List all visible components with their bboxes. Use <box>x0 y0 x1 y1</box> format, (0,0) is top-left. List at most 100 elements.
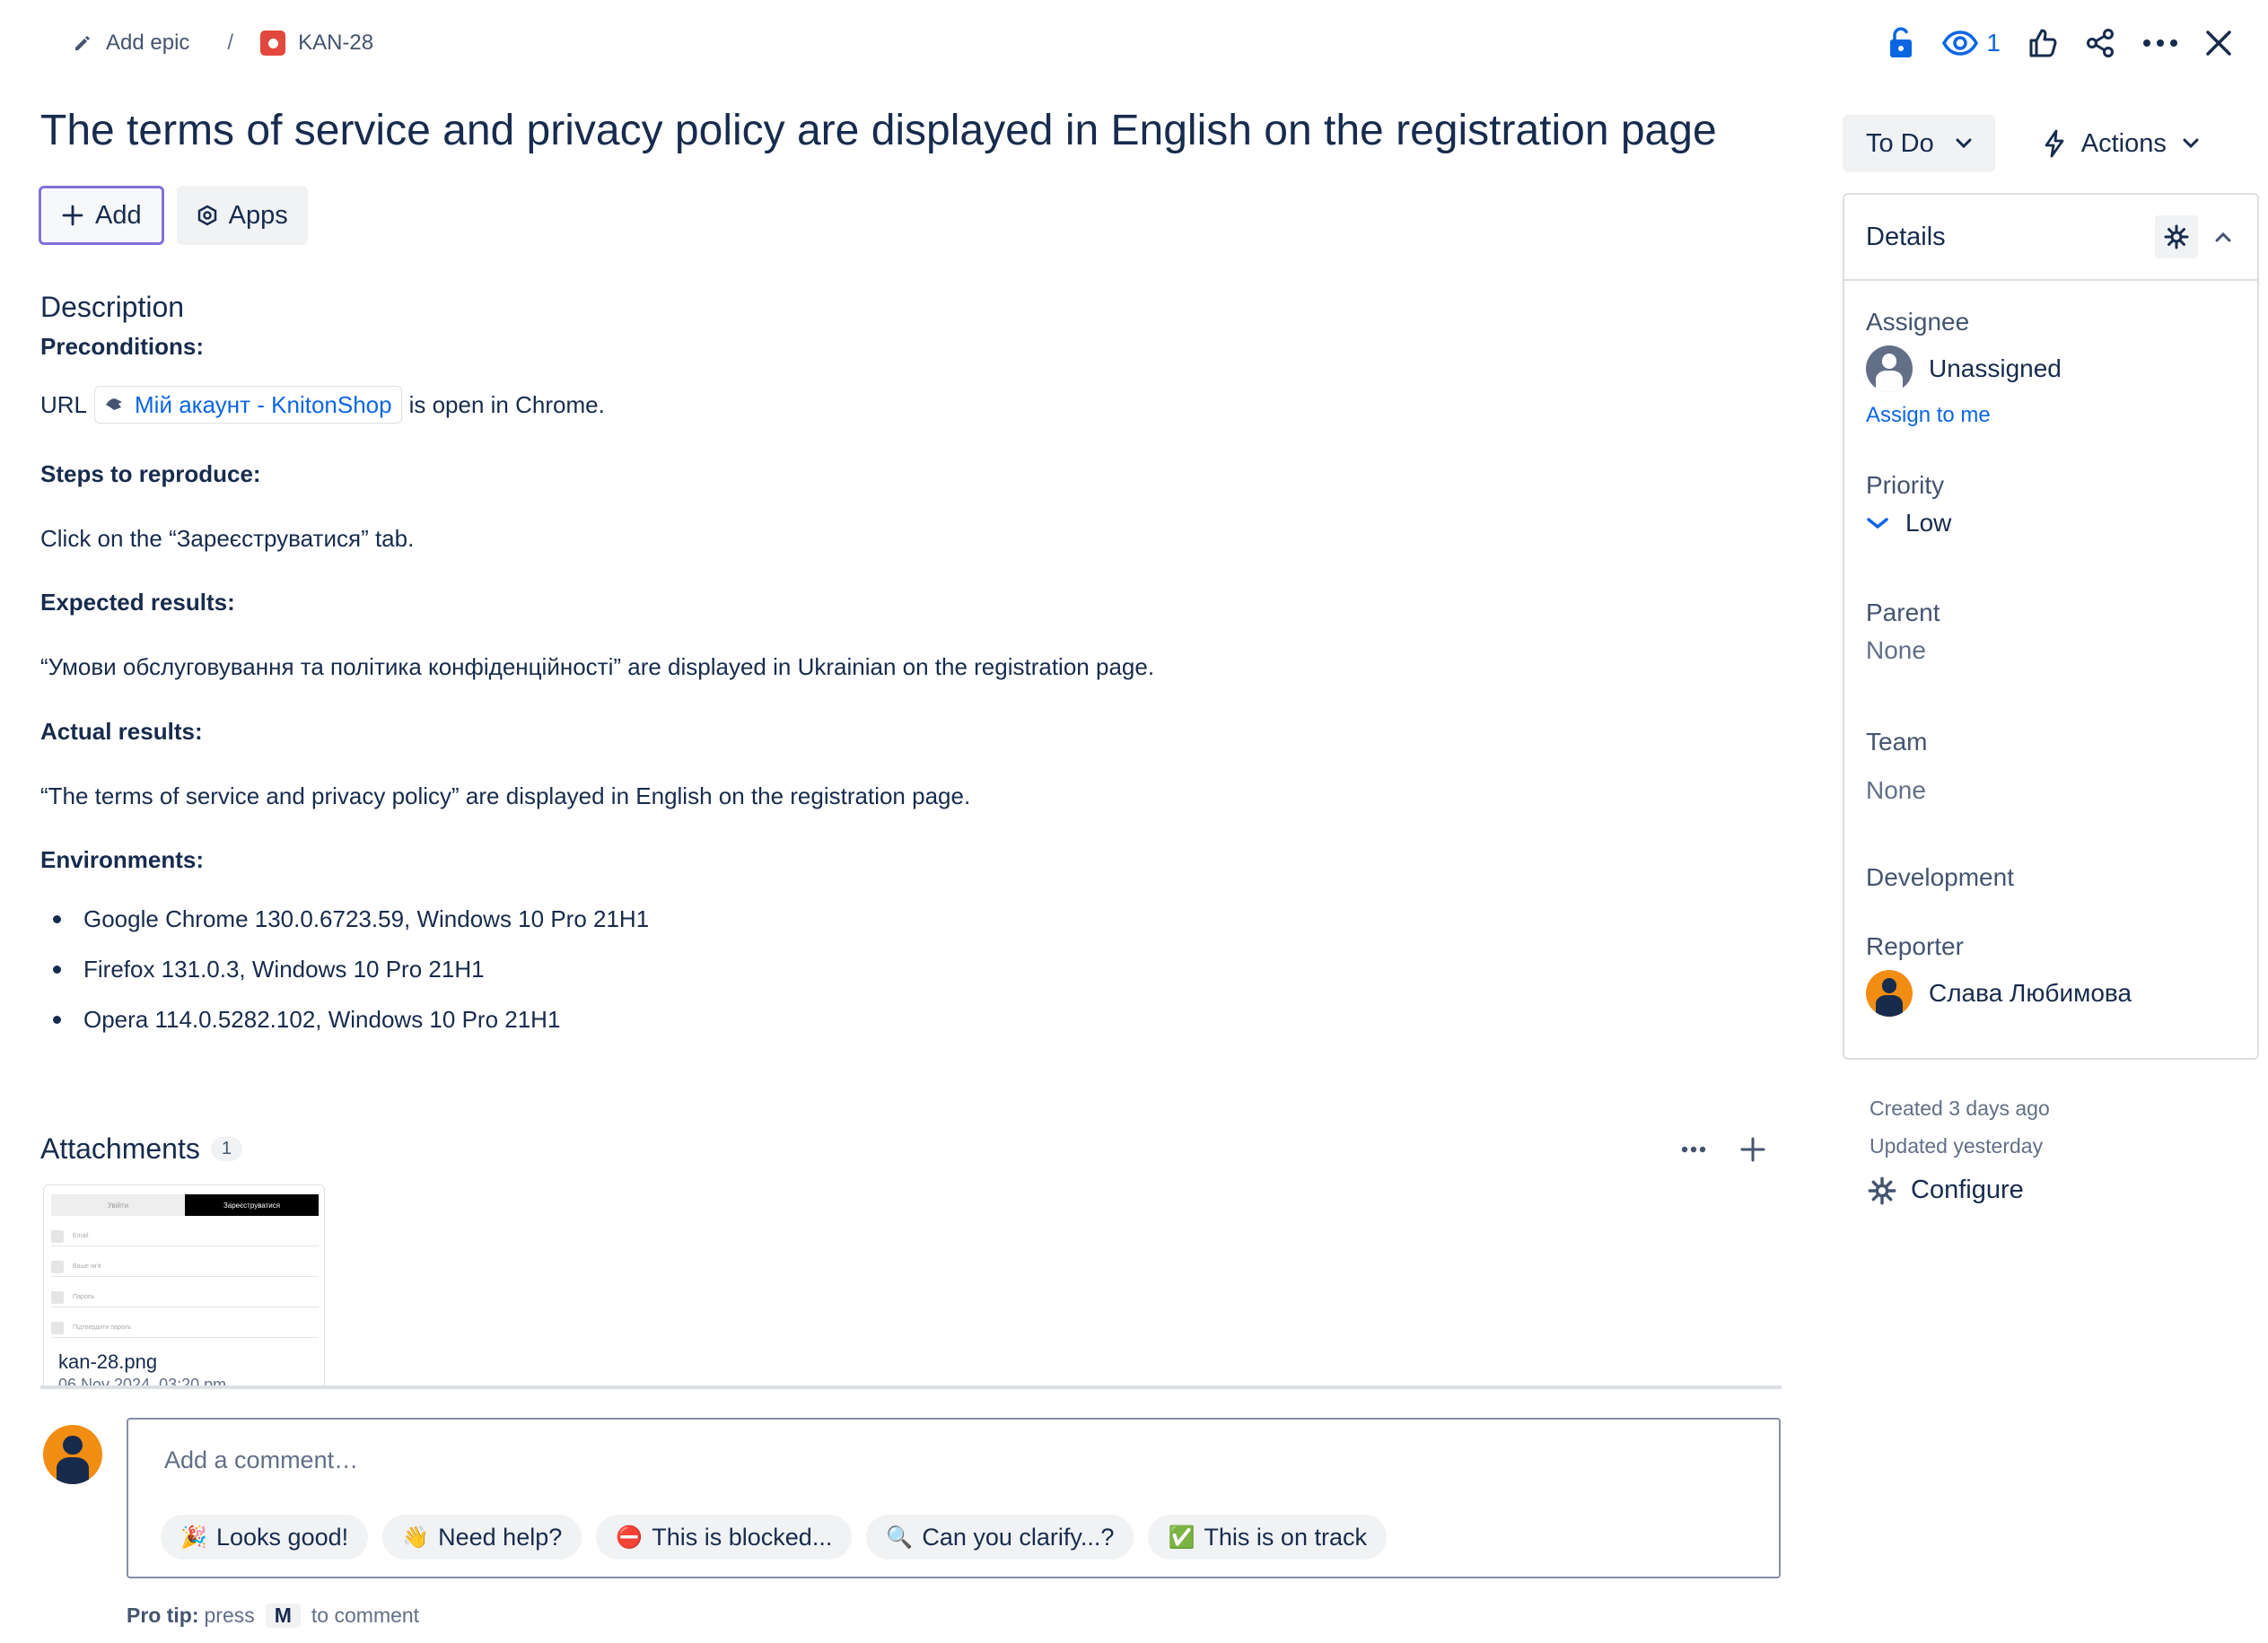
details-settings-button[interactable] <box>2155 215 2198 258</box>
description-section[interactable]: Description Preconditions: URL Мій акаун… <box>40 287 1782 1033</box>
configure-button[interactable]: Configure <box>1868 1175 2024 1205</box>
status-label: To Do <box>1866 128 1934 158</box>
url-prefix: URL <box>40 391 88 418</box>
quick-reply-clarify[interactable]: 🔍 Can you clarify...? <box>866 1515 1134 1560</box>
comment-editor[interactable]: Add a comment… 🎉 Looks good! 👋 Need help? … <box>127 1418 1781 1578</box>
no-entry-icon: ⛔ <box>616 1525 644 1550</box>
preconditions-label: Preconditions: <box>40 333 205 360</box>
actual-text: “The terms of service and privacy policy… <box>40 782 971 809</box>
comment-input[interactable]: Add a comment… <box>164 1446 358 1474</box>
list-item: Opera 114.0.5282.102, Windows 10 Pro 21H… <box>40 994 1117 1044</box>
development-label: Development <box>1866 863 2014 891</box>
details-header[interactable]: Details <box>1844 195 2257 281</box>
attachment-thumbnail: Увійти Зареєструватися Email Ваше ім'я П… <box>44 1185 324 1347</box>
watch-count: 1 <box>1986 29 2001 57</box>
quick-reply-looks-good[interactable]: 🎉 Looks good! <box>161 1515 369 1560</box>
chip-label: Looks good! <box>216 1523 349 1551</box>
issue-add-row: Add Apps <box>39 186 308 245</box>
share-icon <box>2087 29 2114 57</box>
quick-replies: 🎉 Looks good! 👋 Need help? ⛔ This is blocke… <box>161 1515 1387 1560</box>
site-favicon-icon <box>106 398 123 411</box>
attachments-header: Attachments 1 <box>40 1132 1782 1166</box>
plus-icon[interactable] <box>1740 1137 1765 1162</box>
issue-toolbar: 1 <box>1887 22 2232 65</box>
parent-field: Parent None <box>1866 599 1940 665</box>
chevron-up-icon <box>2215 232 2231 242</box>
assignee-value[interactable]: Unassigned <box>1866 345 2062 392</box>
pencil-icon <box>75 36 90 50</box>
chevron-down-icon <box>1956 138 1972 149</box>
attachments-tools <box>1681 1137 1782 1162</box>
magnifier-icon: 🔍 <box>886 1525 914 1550</box>
steps-text: Click on the “Зареєструватися” tab. <box>40 525 415 552</box>
issue-key-link[interactable]: KAN-28 <box>260 31 373 56</box>
attachment-card[interactable]: Увійти Зареєструватися Email Ваше ім'я П… <box>43 1184 325 1387</box>
chip-label: Need help? <box>438 1523 563 1551</box>
status-dropdown[interactable]: To Do <box>1843 115 1995 172</box>
team-label: Team <box>1866 728 1928 756</box>
reporter-name: Слава Любимова <box>1929 979 2132 1007</box>
apps-button-label: Apps <box>228 200 288 230</box>
pro-tip-label: Pro tip: <box>127 1604 199 1627</box>
plus-icon <box>62 205 83 226</box>
close-button[interactable] <box>2205 30 2232 57</box>
add-button[interactable]: Add <box>39 186 164 245</box>
assign-to-me-link[interactable]: Assign to me <box>1866 403 2062 428</box>
chip-label: This is on track <box>1204 1523 1367 1551</box>
smart-link[interactable]: Мій акаунт - KnitonShop <box>94 386 402 424</box>
team-value[interactable]: None <box>1866 776 1927 805</box>
environments-list: Google Chrome 130.0.6723.59, Windows 10 … <box>40 894 1117 1044</box>
expected-text: “Умови обслуговування та політика конфід… <box>40 653 1155 680</box>
collapse-button[interactable] <box>2211 232 2236 242</box>
close-icon <box>2206 31 2231 56</box>
pro-tip-press: press <box>204 1604 255 1627</box>
lightning-icon <box>2045 129 2064 158</box>
thumb-row: Email <box>73 1233 89 1239</box>
issue-key: KAN-28 <box>298 31 374 55</box>
priority-label: Priority <box>1866 471 1945 499</box>
quick-reply-need-help[interactable]: 👋 Need help? <box>382 1515 582 1560</box>
priority-text: Low <box>1905 509 1952 537</box>
parent-value[interactable]: None <box>1866 636 1940 665</box>
like-button[interactable] <box>2027 28 2058 58</box>
reporter-value[interactable]: Слава Любимова <box>1866 970 2132 1017</box>
bug-icon <box>260 31 286 56</box>
pro-tip: Pro tip: press M to comment <box>127 1604 419 1628</box>
created-timestamp: Created 3 days ago <box>1870 1097 2050 1120</box>
actions-dropdown[interactable]: Actions <box>2031 115 2211 172</box>
share-button[interactable] <box>2085 28 2115 58</box>
attachments-count-badge: 1 <box>210 1137 242 1161</box>
apps-button[interactable]: Apps <box>176 186 308 245</box>
list-item: Firefox 131.0.3, Windows 10 Pro 21H1 <box>40 944 1117 994</box>
more-icon[interactable] <box>1681 1146 1706 1153</box>
quick-reply-blocked[interactable]: ⛔ This is blocked... <box>596 1515 853 1560</box>
preconditions-line: URL Мій акаунт - KnitonShop is open in C… <box>40 386 605 424</box>
priority-field: Priority Low <box>1866 471 1951 537</box>
attachments-heading: Attachments <box>40 1132 200 1165</box>
pro-tip-suffix: to comment <box>311 1604 420 1627</box>
chevron-down-icon <box>2183 138 2199 149</box>
breadcrumb-separator: / <box>227 31 234 55</box>
attachments-divider <box>40 1385 1782 1389</box>
more-button[interactable] <box>2142 39 2178 48</box>
priority-value[interactable]: Low <box>1866 509 1951 537</box>
issue-title[interactable]: The terms of service and privacy policy … <box>40 106 1717 155</box>
reporter-field: Reporter Слава Любимова <box>1866 932 2132 1017</box>
unassigned-avatar <box>1866 345 1913 392</box>
lock-button[interactable] <box>1887 27 1914 59</box>
smart-link-text: Мій акаунт - KnitonShop <box>135 391 392 418</box>
thumb-tab-register: Зареєструватися <box>185 1194 319 1216</box>
quick-reply-on-track[interactable]: ✅ This is on track <box>1148 1515 1387 1560</box>
chip-label: This is blocked... <box>652 1523 833 1551</box>
check-mark-icon: ✅ <box>1168 1525 1195 1550</box>
watch-button[interactable]: 1 <box>1941 29 2001 57</box>
thumb-row: Підтвердити пароль <box>73 1324 132 1331</box>
description-heading: Description <box>40 291 185 323</box>
add-epic-link[interactable]: Add epic <box>72 31 189 56</box>
url-suffix: is open in Chrome. <box>408 391 605 418</box>
shortcut-key: M <box>265 1604 301 1628</box>
team-field: Team None <box>1866 728 1927 805</box>
eye-icon <box>1942 31 1979 56</box>
reporter-label: Reporter <box>1866 932 1964 960</box>
actions-label: Actions <box>2080 128 2167 158</box>
